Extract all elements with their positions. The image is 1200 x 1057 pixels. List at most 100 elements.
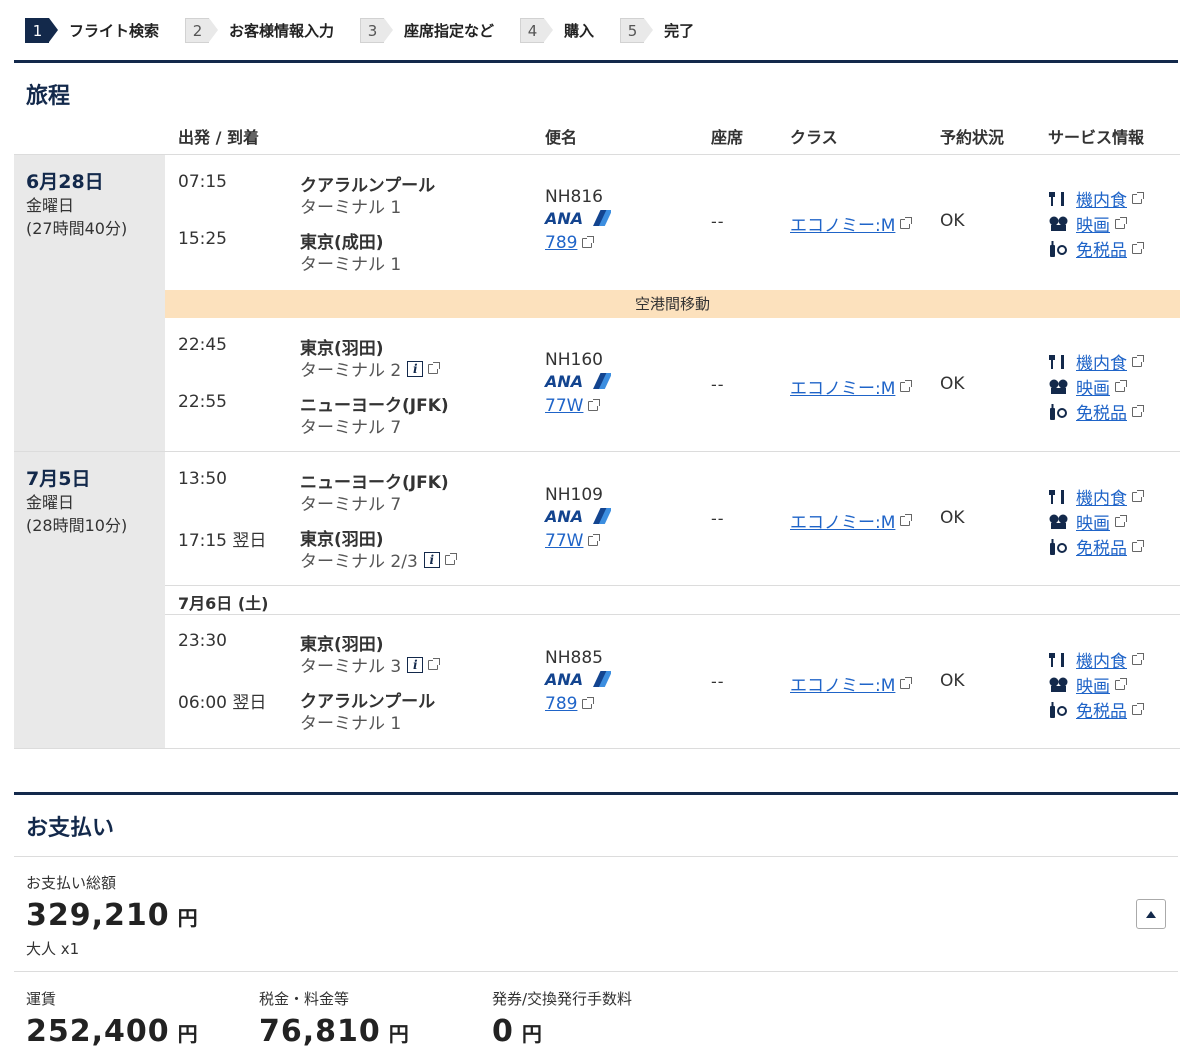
- meal-icon: [1049, 191, 1064, 206]
- service-movie[interactable]: 映画: [1048, 509, 1127, 534]
- fare-class[interactable]: エコノミー:M: [790, 211, 895, 236]
- service-meal[interactable]: 機内食: [1048, 484, 1144, 509]
- ana-wing-icon: [589, 671, 611, 687]
- movie-link[interactable]: 映画: [1076, 672, 1110, 697]
- flight-number: NH816: [545, 187, 603, 207]
- dutyfree-link[interactable]: 免税品: [1076, 399, 1127, 424]
- currency-label: 円: [388, 1022, 410, 1046]
- external-link-icon: [428, 657, 441, 670]
- itinerary-title: 旅程: [26, 84, 71, 109]
- arrival-time: 15:25: [178, 229, 227, 249]
- arrival-terminal: ターミナル 7: [300, 413, 401, 438]
- terminal-info-icon[interactable]: i: [407, 656, 424, 673]
- external-link-icon: [900, 216, 913, 229]
- movie-link[interactable]: 映画: [1076, 211, 1110, 236]
- fee-label: 発券/交換発行手数料: [492, 990, 633, 1008]
- flight-segment: 23:30 東京(羽田) ターミナル 3i 06:00 翌日 クアラルンプール …: [165, 615, 1180, 748]
- terminal-info-icon[interactable]: i: [407, 360, 424, 377]
- step-purchase: 4 購入: [520, 18, 594, 43]
- ana-logo: ANA: [545, 372, 611, 391]
- movie-icon: [1049, 379, 1068, 394]
- header-flight: 便名: [545, 128, 578, 147]
- service-movie[interactable]: 映画: [1048, 374, 1127, 399]
- meal-link[interactable]: 機内食: [1076, 186, 1127, 211]
- external-link-icon: [900, 513, 913, 526]
- aircraft-link[interactable]: 77W: [545, 396, 601, 416]
- service-meal[interactable]: 機内食: [1048, 647, 1144, 672]
- flight-segment: 13:50 ニューヨーク(JFK) ターミナル 7 17:15 翌日 東京(羽田…: [165, 452, 1180, 585]
- departure-time: 07:15: [178, 172, 227, 192]
- arrival-time: 22:55: [178, 392, 227, 412]
- terminal-label: ターミナル 1: [300, 714, 402, 734]
- flight-number: NH885: [545, 648, 603, 668]
- collapse-toggle-button[interactable]: [1136, 899, 1166, 929]
- dutyfree-link[interactable]: 免税品: [1076, 697, 1127, 722]
- external-link-icon: [588, 399, 601, 411]
- external-link-icon: [582, 697, 595, 709]
- service-movie[interactable]: 映画: [1048, 211, 1127, 236]
- section-divider: [14, 792, 1178, 795]
- step-number: 2: [185, 18, 219, 43]
- terminal-label: ターミナル 1: [300, 198, 402, 218]
- movie-link[interactable]: 映画: [1076, 509, 1110, 534]
- meal-link[interactable]: 機内食: [1076, 349, 1127, 374]
- step-seat-selection: 3 座席指定など: [360, 18, 494, 43]
- fare-class[interactable]: エコノミー:M: [790, 374, 895, 399]
- day-date: 6月28日: [26, 171, 104, 193]
- external-link-icon: [1132, 489, 1144, 502]
- dutyfree-link[interactable]: 免税品: [1076, 534, 1127, 559]
- service-meal[interactable]: 機内食: [1048, 349, 1144, 374]
- terminal-label: ターミナル 7: [300, 495, 402, 515]
- tax-label: 税金・料金等: [259, 990, 350, 1008]
- step-number: 1: [25, 18, 58, 43]
- departure-time: 13:50: [178, 469, 227, 489]
- dutyfree-link[interactable]: 免税品: [1076, 236, 1127, 261]
- terminal-label: ターミナル 2/3: [300, 552, 418, 572]
- booking-status: OK: [940, 671, 965, 691]
- service-dutyfree[interactable]: 免税品: [1048, 697, 1144, 722]
- fare-class-link[interactable]: エコノミー:M: [790, 374, 913, 399]
- aircraft-link[interactable]: 789: [545, 233, 595, 253]
- flight-number: NH109: [545, 485, 603, 505]
- aircraft-type[interactable]: 789: [545, 233, 577, 253]
- meal-link[interactable]: 機内食: [1076, 647, 1127, 672]
- terminal-label: ターミナル 2: [300, 361, 402, 381]
- step-customer-info: 2 お客様情報入力: [185, 18, 334, 43]
- aircraft-type[interactable]: 789: [545, 694, 577, 714]
- fare-label: 運賃: [26, 990, 57, 1008]
- table-divider: [14, 748, 1180, 749]
- service-dutyfree[interactable]: 免税品: [1048, 399, 1144, 424]
- aircraft-type[interactable]: 77W: [545, 531, 583, 551]
- meal-link[interactable]: 機内食: [1076, 484, 1127, 509]
- day-summary: 6月28日 金曜日 (27時間40分): [14, 155, 165, 451]
- day-date: 7月5日: [26, 468, 91, 490]
- fare-class-link[interactable]: エコノミー:M: [790, 671, 913, 696]
- passenger-count: 大人 x1: [26, 940, 80, 958]
- external-link-icon: [1115, 379, 1127, 392]
- day-weekday: 金曜日: [26, 196, 75, 215]
- ana-wing-icon: [589, 210, 611, 226]
- fare-class-link[interactable]: エコノミー:M: [790, 211, 913, 236]
- arrival-time: 17:15 翌日: [178, 531, 267, 551]
- service-meal[interactable]: 機内食: [1048, 186, 1144, 211]
- aircraft-type[interactable]: 77W: [545, 396, 583, 416]
- external-link-icon: [1115, 514, 1127, 527]
- fare-class-link[interactable]: エコノミー:M: [790, 508, 913, 533]
- arrival-terminal: ターミナル 1: [300, 709, 401, 734]
- aircraft-link[interactable]: 789: [545, 694, 595, 714]
- aircraft-link[interactable]: 77W: [545, 531, 601, 551]
- payment-divider: [14, 971, 1178, 972]
- service-movie[interactable]: 映画: [1048, 672, 1127, 697]
- service-dutyfree[interactable]: 免税品: [1048, 236, 1144, 261]
- meal-icon: [1049, 652, 1064, 667]
- terminal-info-icon[interactable]: i: [423, 551, 440, 568]
- movie-link[interactable]: 映画: [1076, 374, 1110, 399]
- external-link-icon: [588, 534, 601, 546]
- ana-logo-text: ANA: [545, 372, 584, 391]
- duty-free-icon: [1050, 701, 1067, 718]
- fare-class[interactable]: エコノミー:M: [790, 508, 895, 533]
- fare-class[interactable]: エコノミー:M: [790, 671, 895, 696]
- step-number: 3: [360, 18, 394, 43]
- movie-icon: [1049, 216, 1068, 231]
- service-dutyfree[interactable]: 免税品: [1048, 534, 1144, 559]
